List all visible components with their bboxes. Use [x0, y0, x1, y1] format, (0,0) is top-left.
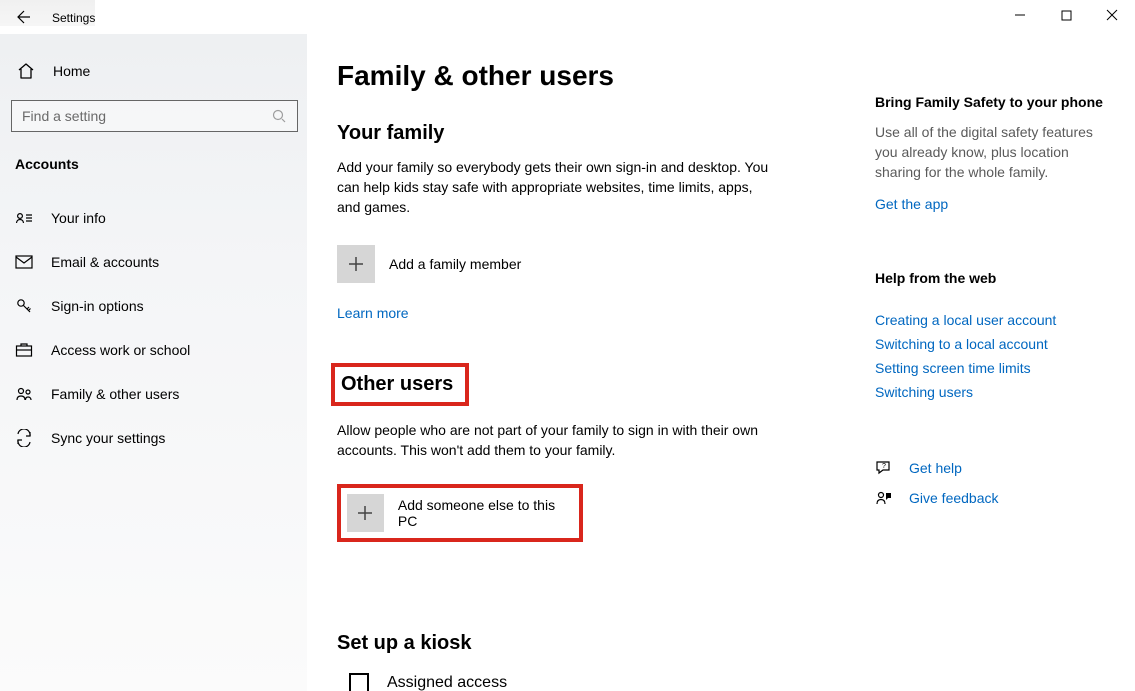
person-card-icon — [15, 209, 33, 227]
kiosk-heading: Set up a kiosk — [337, 632, 837, 655]
add-family-member-button[interactable]: Add a family member — [337, 245, 837, 283]
other-users-heading: Other users — [341, 373, 453, 396]
highlight-add-someone: Add someone else to this PC — [337, 484, 583, 542]
help-link[interactable]: Creating a local user account — [875, 312, 1110, 328]
maximize-button[interactable] — [1043, 0, 1089, 30]
key-icon — [15, 297, 33, 315]
plus-icon — [347, 494, 384, 532]
feedback-row[interactable]: Give feedback — [875, 484, 1110, 512]
mail-icon — [15, 253, 33, 271]
sidebar-item-sync[interactable]: Sync your settings — [0, 416, 307, 460]
sidebar-section-title: Accounts — [0, 132, 307, 180]
window-title: Settings — [52, 9, 95, 25]
help-link[interactable]: Switching to a local account — [875, 336, 1110, 352]
highlight-other-users-heading: Other users — [331, 363, 469, 406]
home-nav[interactable]: Home — [0, 52, 307, 90]
page-title: Family & other users — [337, 60, 837, 92]
feedback-link[interactable]: Give feedback — [909, 490, 999, 506]
svg-text:?: ? — [882, 463, 886, 470]
assigned-access-label: Assigned access — [387, 674, 507, 691]
home-label: Home — [53, 63, 90, 79]
sidebar-item-work[interactable]: Access work or school — [0, 328, 307, 372]
learn-more-link[interactable]: Learn more — [337, 305, 409, 321]
assigned-access-row[interactable]: Assigned access — [337, 673, 837, 691]
get-help-link[interactable]: Get help — [909, 460, 962, 476]
minimize-button[interactable] — [997, 0, 1043, 30]
your-family-body: Add your family so everybody gets their … — [337, 157, 777, 217]
people-icon — [15, 385, 33, 403]
sidebar-item-label: Your info — [51, 210, 106, 226]
your-family-heading: Your family — [337, 122, 837, 145]
close-button[interactable] — [1089, 0, 1135, 30]
briefcase-icon — [15, 341, 33, 359]
search-field[interactable] — [22, 108, 271, 124]
plus-icon — [337, 245, 375, 283]
search-icon — [271, 108, 287, 124]
help-link[interactable]: Switching users — [875, 384, 1110, 400]
sidebar-item-label: Sync your settings — [51, 430, 165, 446]
sidebar-item-label: Family & other users — [51, 386, 179, 402]
aside-promo-body: Use all of the digital safety features y… — [875, 122, 1110, 182]
sidebar-item-label: Sign-in options — [51, 298, 144, 314]
checkbox-icon — [349, 673, 369, 691]
add-family-label: Add a family member — [389, 256, 521, 272]
feedback-icon — [875, 489, 893, 507]
other-users-body: Allow people who are not part of your fa… — [337, 420, 777, 460]
help-link[interactable]: Setting screen time limits — [875, 360, 1110, 376]
add-other-user-label: Add someone else to this PC — [398, 497, 573, 529]
sidebar-item-signin[interactable]: Sign-in options — [0, 284, 307, 328]
sidebar: Home Accounts Your info — [0, 34, 307, 691]
get-app-link[interactable]: Get the app — [875, 196, 948, 212]
home-icon — [17, 62, 35, 80]
sidebar-item-label: Access work or school — [51, 342, 190, 358]
back-button[interactable] — [14, 8, 32, 26]
chat-help-icon: ? — [875, 459, 893, 477]
get-help-row[interactable]: ? Get help — [875, 454, 1110, 482]
aside-promo-heading: Bring Family Safety to your phone — [875, 94, 1110, 110]
add-other-user-button[interactable]: Add someone else to this PC — [347, 494, 573, 532]
sidebar-item-email[interactable]: Email & accounts — [0, 240, 307, 284]
sync-icon — [15, 429, 33, 447]
search-input[interactable] — [11, 100, 298, 132]
sidebar-item-your-info[interactable]: Your info — [0, 196, 307, 240]
help-from-web-heading: Help from the web — [875, 270, 1110, 286]
sidebar-item-family[interactable]: Family & other users — [0, 372, 307, 416]
sidebar-item-label: Email & accounts — [51, 254, 159, 270]
